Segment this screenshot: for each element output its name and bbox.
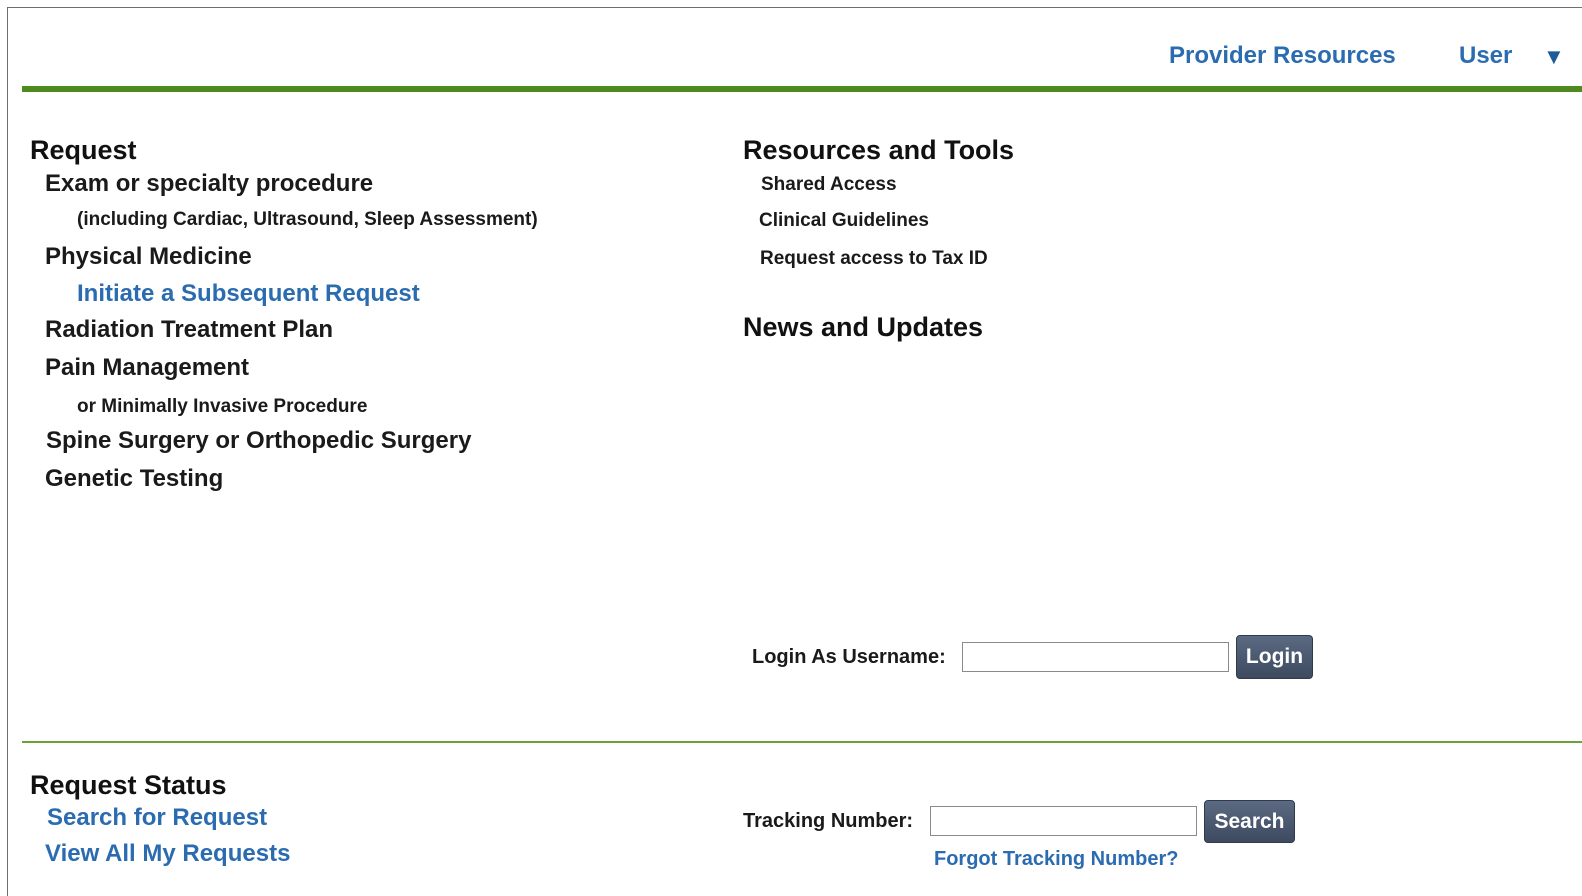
request-radiation-link[interactable]: Radiation Treatment Plan [45, 316, 333, 344]
chevron-down-icon[interactable]: ▼ [1543, 44, 1565, 70]
clinical-guidelines-link[interactable]: Clinical Guidelines [759, 210, 929, 232]
shared-access-link[interactable]: Shared Access [761, 174, 897, 196]
request-pain-subtext: or Minimally Invasive Procedure [77, 396, 368, 417]
request-status-heading: Request Status [30, 770, 227, 800]
top-navigation: Provider Resources User ▼ [0, 42, 1582, 76]
request-exam-subtext: (including Cardiac, Ultrasound, Sleep As… [77, 209, 538, 230]
login-button[interactable]: Login [1236, 635, 1313, 679]
search-button[interactable]: Search [1204, 800, 1295, 843]
login-username-input[interactable] [962, 642, 1229, 672]
view-all-requests-link[interactable]: View All My Requests [45, 840, 290, 868]
initiate-subsequent-request-link[interactable]: Initiate a Subsequent Request [77, 280, 420, 308]
forgot-tracking-number-link[interactable]: Forgot Tracking Number? [934, 848, 1178, 871]
login-username-label: Login As Username: [752, 646, 946, 668]
request-spine-surgery-link[interactable]: Spine Surgery or Orthopedic Surgery [46, 427, 471, 455]
news-heading: News and Updates [743, 312, 984, 342]
request-genetic-testing-link[interactable]: Genetic Testing [45, 465, 223, 493]
resources-heading: Resources and Tools [743, 135, 1015, 165]
provider-resources-link[interactable]: Provider Resources [1169, 42, 1396, 70]
tracking-number-input[interactable] [930, 806, 1197, 836]
tracking-number-label: Tracking Number: [743, 810, 914, 832]
search-for-request-link[interactable]: Search for Request [47, 804, 267, 832]
request-pain-management-link[interactable]: Pain Management [45, 354, 249, 382]
header-divider [22, 86, 1582, 92]
section-divider [22, 741, 1582, 743]
request-exam-link[interactable]: Exam or specialty procedure [45, 170, 373, 198]
request-physical-medicine-link[interactable]: Physical Medicine [45, 243, 252, 271]
user-menu[interactable]: User [1459, 42, 1512, 70]
request-tax-id-access-link[interactable]: Request access to Tax ID [760, 248, 988, 270]
request-heading: Request [30, 135, 137, 165]
